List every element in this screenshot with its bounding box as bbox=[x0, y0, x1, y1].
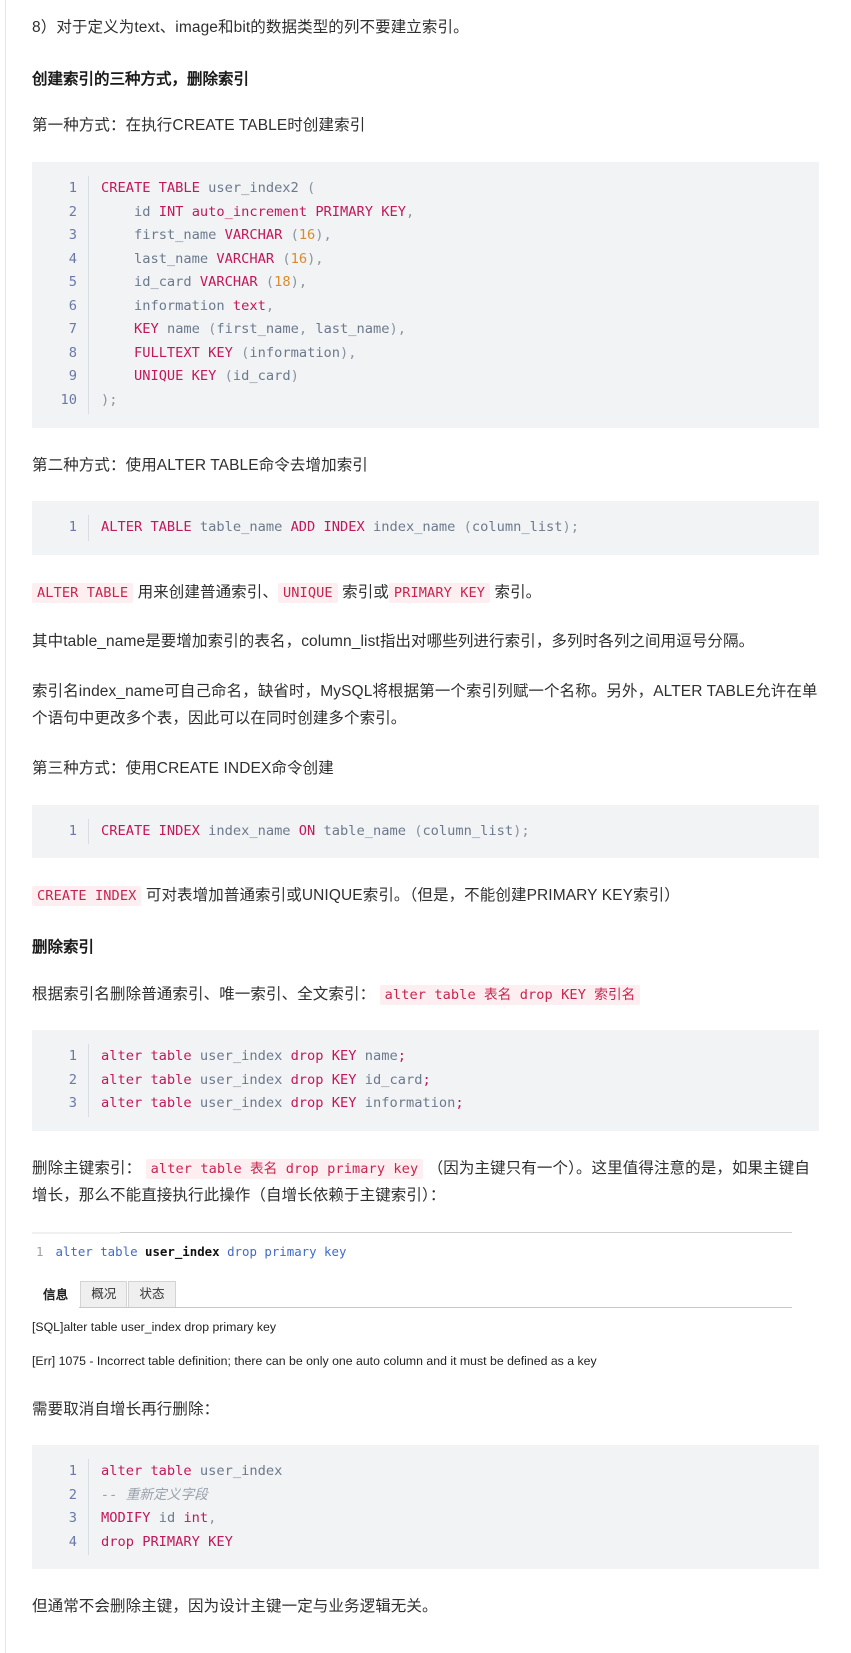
method-2-label: 第二种方式：使用ALTER TABLE命令去增加索引 bbox=[32, 456, 368, 474]
section-heading-drop-index: 删除索引 bbox=[32, 938, 95, 956]
inline-code-create-index: CREATE INDEX bbox=[32, 886, 142, 907]
drop-pk-prefix: 删除主键索引： bbox=[32, 1159, 142, 1177]
code-source[interactable]: CREATE INDEX index_name ON table_name (c… bbox=[89, 819, 820, 845]
intro-list-item: 8）对于定义为text、image和bit的数据类型的列不要建立索引。 bbox=[32, 19, 469, 36]
create-index-note: CREATE INDEX 可对表增加普通索引或UNIQUE索引。（但是，不能创建… bbox=[32, 882, 819, 910]
code-block-drop-keys[interactable]: 1 2 3 alter table user_index drop KEY na… bbox=[32, 1030, 819, 1131]
embed-result-tabs[interactable]: 信息 概况 状态 bbox=[32, 1280, 792, 1308]
article-content: 8）对于定义为text、image和bit的数据类型的列不要建立索引。 创建索引… bbox=[0, 0, 835, 1653]
inline-code-unique: UNIQUE bbox=[277, 582, 338, 603]
embed-tab-status[interactable]: 状态 bbox=[128, 1280, 176, 1307]
code-block-modify-drop-pk[interactable]: 1 2 3 4 alter table user_index -- 重新定义字段… bbox=[32, 1445, 820, 1570]
code-source[interactable]: CREATE TABLE user_index2 ( id INT auto_i… bbox=[89, 176, 820, 414]
code-gutter: 1 2 3 4 5 6 7 8 9 10 bbox=[32, 175, 89, 414]
embed-sql-line: 1 alter table user_index drop primary key bbox=[36, 1243, 347, 1259]
embed-log-output: [SQL]alter table user_index drop primary… bbox=[32, 1308, 792, 1372]
code-gutter: 1 2 3 4 bbox=[32, 1459, 89, 1556]
index-name-explanation: 索引名index_name可自己命名，缺省时，MySQL将根据第一个索引列赋一个… bbox=[32, 682, 818, 728]
method-1-label: 第一种方式：在执行CREATE TABLE时创建索引 bbox=[32, 117, 366, 135]
embed-log-error: [Err] 1075 - Incorrect table definition;… bbox=[32, 1353, 597, 1368]
drop-primary-key-para: 删除主键索引： alter table 表名 drop primary key … bbox=[32, 1155, 819, 1210]
table-name-explanation: 其中table_name是要增加索引的表名，column_list指出对哪些列进… bbox=[32, 633, 755, 651]
alter-note-mid-2: 索引或 bbox=[342, 583, 389, 601]
need-cancel-autoincrement: 需要取消自增长再行删除： bbox=[32, 1400, 220, 1418]
left-border-rule bbox=[5, 0, 6, 1653]
article-page: 8）对于定义为text、image和bit的数据类型的列不要建立索引。 创建索引… bbox=[0, 0, 851, 1653]
section-heading-create-index: 创建索引的三种方式，删除索引 bbox=[32, 70, 250, 88]
embed-line-number: 1 bbox=[36, 1243, 44, 1259]
inline-code-primary-key: PRIMARY KEY bbox=[388, 582, 491, 603]
embed-editor-tabstrip bbox=[32, 1231, 792, 1238]
code-source[interactable]: alter table user_index -- 重新定义字段 MODIFY … bbox=[89, 1459, 820, 1555]
embed-log-sql: [SQL]alter table user_index drop primary… bbox=[32, 1319, 277, 1334]
alter-note-mid-1: 用来创建普通索引、 bbox=[137, 583, 278, 601]
code-block-create-table[interactable]: 1 2 3 4 5 6 7 8 9 10 CREATE TABLE user_i… bbox=[32, 161, 820, 428]
code-gutter: 1 2 3 bbox=[32, 1044, 89, 1117]
drop-by-name-para: 根据索引名删除普通索引、唯一索引、全文索引： alter table 表名 dr… bbox=[32, 981, 819, 1009]
code-gutter: 1 bbox=[32, 818, 89, 845]
embed-editor-pane: 1 alter table user_index drop primary key bbox=[32, 1231, 792, 1281]
alter-note-tail: 索引。 bbox=[494, 583, 542, 601]
method-3-label: 第三种方式：使用CREATE INDEX命令创建 bbox=[32, 760, 334, 778]
code-source[interactable]: alter table user_index drop KEY name; al… bbox=[89, 1044, 820, 1117]
inline-code-drop-primary-key: alter table 表名 drop primary key bbox=[145, 1158, 424, 1179]
embed-tab-overview[interactable]: 概况 bbox=[80, 1280, 128, 1307]
embed-tab-info[interactable]: 信息 bbox=[32, 1281, 80, 1308]
drop-by-name-prefix: 根据索引名删除普通索引、唯一索引、全文索引： bbox=[32, 985, 376, 1003]
create-index-note-tail: 可对表增加普通索引或UNIQUE索引。（但是，不能创建PRIMARY KEY索引… bbox=[145, 887, 680, 905]
code-block-create-index[interactable]: 1 CREATE INDEX index_name ON table_name … bbox=[32, 804, 820, 859]
code-source[interactable]: ALTER TABLE table_name ADD INDEX index_n… bbox=[89, 515, 820, 541]
inline-code-alter-drop-key: alter table 表名 drop KEY 索引名 bbox=[379, 984, 641, 1005]
code-gutter: 1 bbox=[32, 515, 89, 541]
embedded-sql-client-screenshot: 1 alter table user_index drop primary key… bbox=[32, 1231, 792, 1372]
alter-table-note: ALTER TABLE 用来创建普通索引、 UNIQUE 索引或 PRIMARY K… bbox=[32, 579, 819, 607]
inline-code-alter-table: ALTER TABLE bbox=[32, 582, 134, 603]
code-block-alter-add-index[interactable]: 1 ALTER TABLE table_name ADD INDEX index… bbox=[32, 501, 819, 555]
